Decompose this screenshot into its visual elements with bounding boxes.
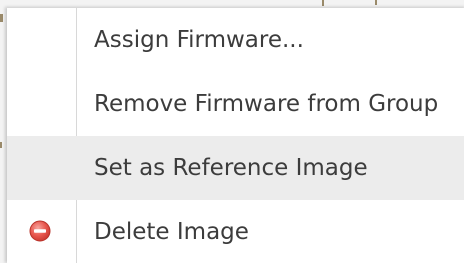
menu-item-set-as-reference-image[interactable]: Set as Reference Image (7, 136, 464, 200)
background-page-fragment (322, 0, 324, 6)
menu-item-label: Delete Image (94, 219, 249, 245)
background-page-fragment (0, 14, 3, 22)
menu-item-label: Set as Reference Image (94, 155, 368, 181)
menu-item-delete-image[interactable]: Delete Image (7, 200, 464, 263)
delete-icon-graphic (29, 220, 51, 242)
delete-icon (29, 220, 51, 242)
menu-item-label: Remove Firmware from Group (94, 91, 439, 117)
menu-item-assign-firmware[interactable]: Assign Firmware... (7, 8, 464, 72)
background-page-fragment (0, 142, 2, 148)
menu-item-label: Assign Firmware... (94, 27, 304, 53)
context-menu: Assign Firmware... Remove Firmware from … (7, 8, 464, 263)
menu-item-remove-firmware-from-group[interactable]: Remove Firmware from Group (7, 72, 464, 136)
background-page-fragment (375, 0, 377, 5)
